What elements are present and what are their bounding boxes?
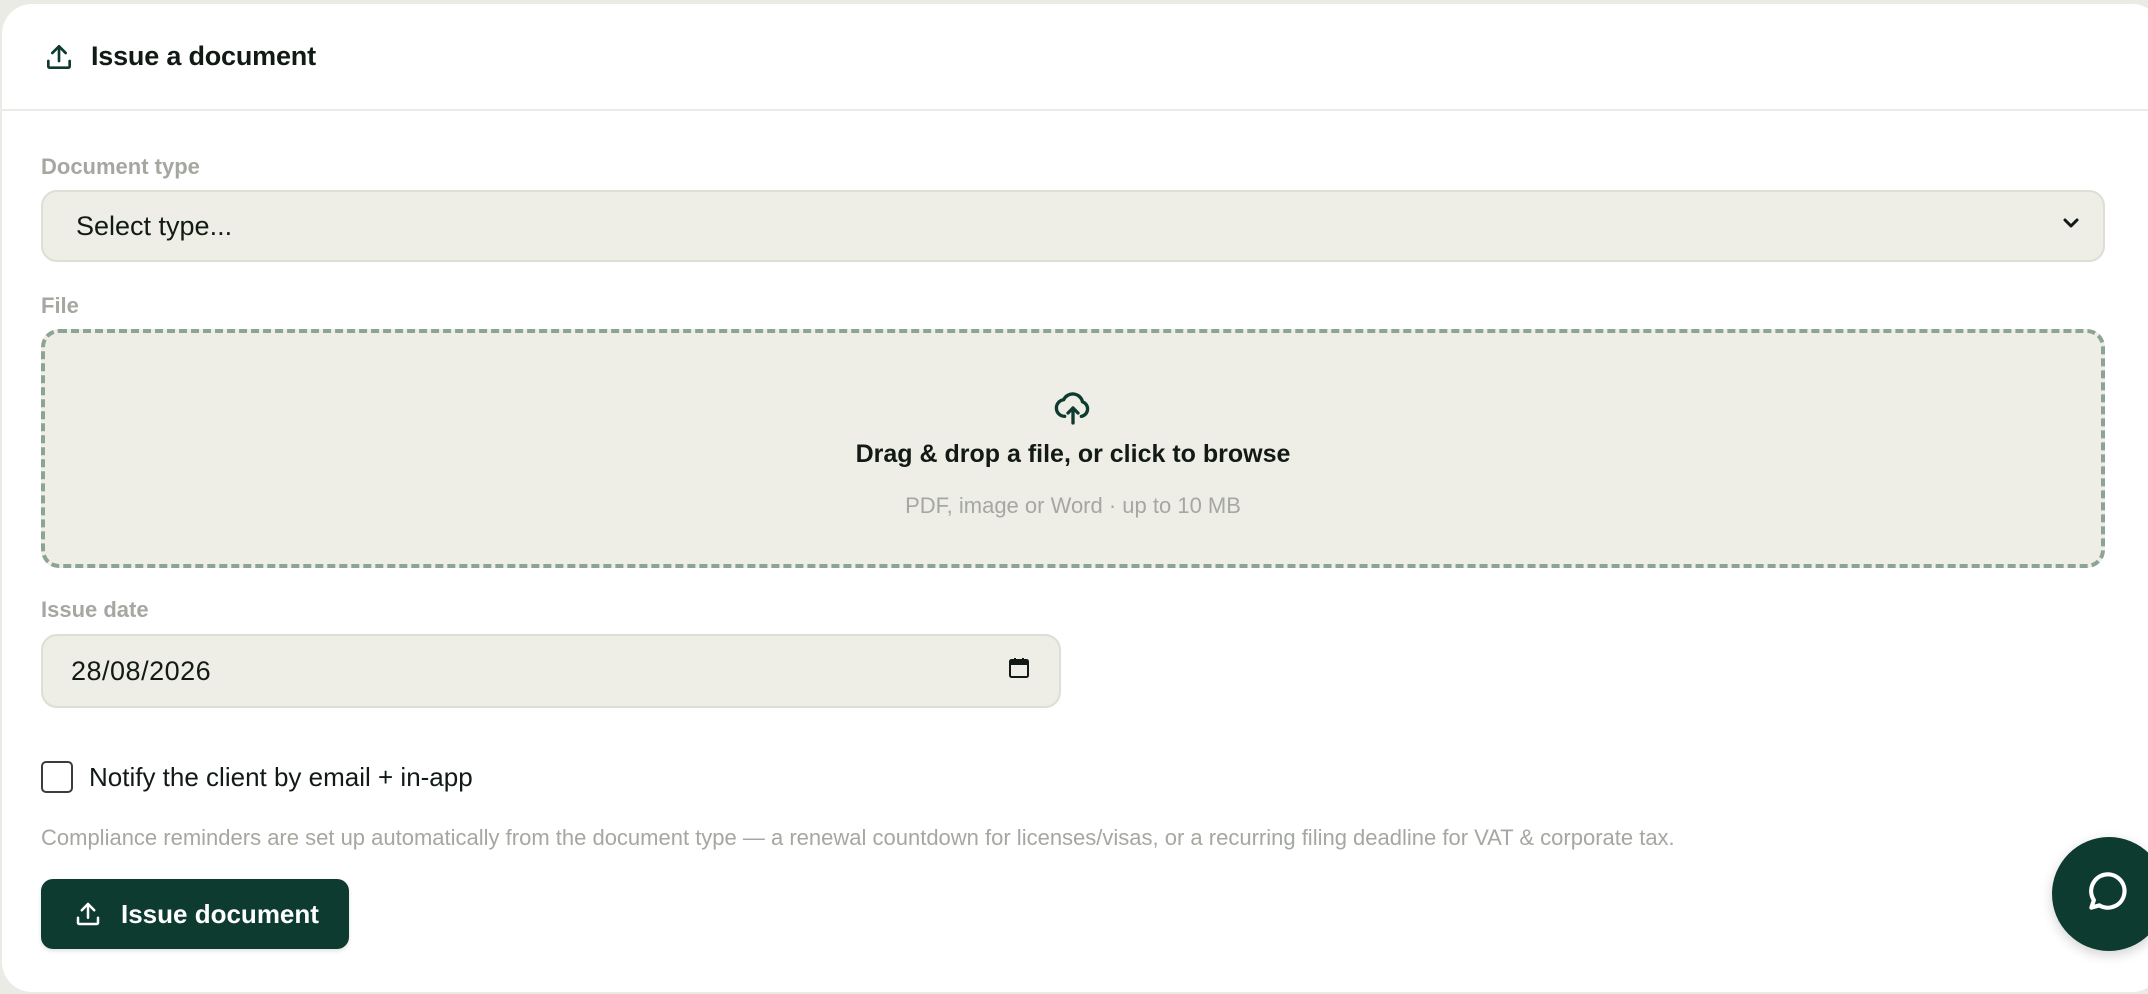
issue-date-label: Issue date	[41, 597, 149, 622]
upload-icon	[73, 899, 103, 929]
issue-date-value: 28/08/2026	[71, 655, 212, 686]
file-label: File	[41, 293, 79, 318]
dropzone-hint: PDF, image or Word · up to 10 MB	[905, 493, 1241, 518]
document-type-label: Document type	[41, 154, 200, 179]
card-header: Issue a document	[2, 4, 2148, 111]
notify-client-label[interactable]: Notify the client by email + in-app	[89, 762, 473, 793]
notify-client-row[interactable]: Notify the client by email + in-app	[41, 761, 473, 793]
dropzone-title: Drag & drop a file, or click to browse	[855, 440, 1291, 468]
issue-date-input[interactable]: 28/08/2026	[41, 634, 1061, 708]
document-type-select[interactable]: Select type...	[41, 190, 2105, 262]
page-title: Issue a document	[91, 41, 316, 71]
chevron-down-icon	[2059, 211, 2083, 242]
chat-bubble-icon	[2082, 867, 2132, 922]
document-type-value: Select type...	[76, 210, 233, 241]
issue-document-button[interactable]: Issue document	[41, 879, 349, 949]
calendar-icon[interactable]	[1007, 656, 1031, 687]
upload-icon	[43, 41, 75, 73]
compliance-note: Compliance reminders are set up automati…	[41, 825, 1675, 850]
cloud-upload-icon	[1053, 388, 1093, 428]
notify-client-checkbox[interactable]	[41, 761, 73, 793]
issue-document-button-label: Issue document	[121, 898, 319, 929]
file-dropzone[interactable]: Drag & drop a file, or click to browse P…	[41, 329, 2105, 568]
